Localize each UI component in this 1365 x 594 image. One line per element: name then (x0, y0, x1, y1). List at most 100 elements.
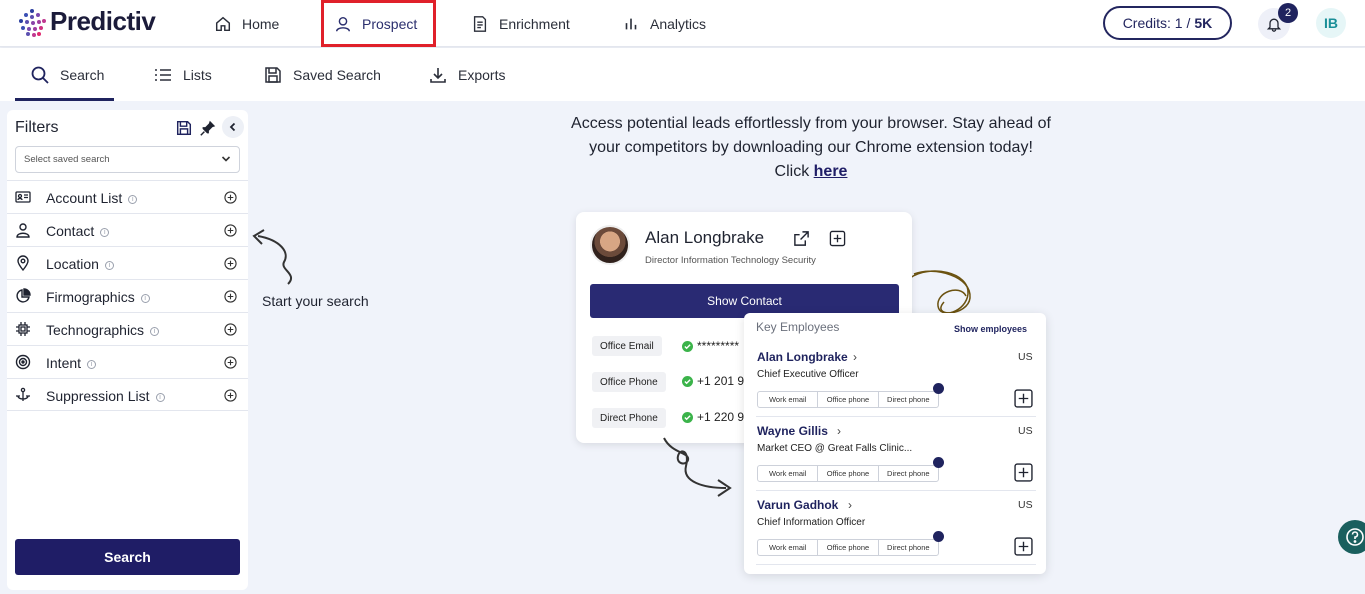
chevron-right-icon[interactable]: › (853, 350, 857, 364)
chip-work-email[interactable]: Work email (758, 540, 819, 555)
employee-name[interactable]: Wayne Gillis (757, 424, 828, 438)
filter-firmographics-label: Firmographics (46, 289, 135, 305)
chip-work-email[interactable]: Work email (758, 466, 819, 481)
tab-lists[interactable]: Lists (153, 48, 212, 101)
contact-title: Director Information Technology Security (645, 255, 816, 266)
nav-enrichment-label: Enrichment (499, 15, 570, 32)
chip-icon (16, 322, 30, 336)
chevron-right-icon[interactable]: › (837, 424, 841, 438)
nav-prospect-label: Prospect (362, 15, 418, 32)
question-icon (1346, 528, 1364, 546)
document-icon (473, 15, 487, 32)
saved-search-placeholder: Select saved search (24, 154, 110, 165)
help-button[interactable] (1338, 520, 1365, 554)
chip-direct-phone[interactable]: Direct phone (879, 540, 938, 555)
divider (756, 416, 1036, 417)
filter-firmographics[interactable]: Firmographics i (7, 279, 248, 312)
info-icon[interactable]: i (87, 360, 97, 369)
tab-exports[interactable]: Exports (428, 48, 505, 101)
curved-arrow-icon (252, 229, 293, 285)
contact-chips: Work email Office phone Direct phone (757, 465, 939, 482)
info-icon[interactable]: i (150, 327, 160, 336)
verified-check-icon (682, 411, 693, 423)
list-item: Alan Longbrake › US Chief Executive Offi… (744, 350, 1046, 424)
info-icon[interactable]: i (128, 195, 138, 204)
chip-work-email[interactable]: Work email (758, 392, 819, 407)
filters-title: Filters (15, 119, 59, 136)
chip-direct-phone[interactable]: Direct phone (879, 466, 938, 481)
chevron-left-icon (229, 122, 236, 132)
credits-badge[interactable]: Credits: 1 / 5K (1103, 6, 1232, 40)
tab-saved-search[interactable]: Saved Search (263, 48, 381, 101)
filter-technographics[interactable]: Technographics i (7, 312, 248, 345)
contact-chips: Work email Office phone Direct phone (757, 391, 939, 408)
add-square-icon[interactable] (1014, 463, 1033, 482)
home-icon (215, 16, 231, 31)
employee-country: US (1018, 425, 1033, 437)
user-icon (335, 16, 351, 31)
download-icon (430, 67, 446, 83)
info-icon[interactable]: i (155, 393, 165, 402)
expand-plus-icon (224, 191, 237, 204)
user-avatar[interactable]: IB (1316, 8, 1346, 38)
credits-total: 5K (1194, 15, 1213, 31)
office-phone-label: Office Phone (592, 372, 666, 392)
credits-label: Credits: 1 / (1122, 15, 1191, 31)
chip-office-phone[interactable]: Office phone (818, 540, 879, 555)
pin-icon[interactable] (199, 119, 217, 137)
divider (756, 490, 1036, 491)
employee-name[interactable]: Alan Longbrake (757, 350, 848, 364)
notification-count-badge: 2 (1278, 3, 1298, 23)
nav-prospect[interactable]: Prospect (334, 0, 417, 47)
expand-plus-icon (224, 257, 237, 270)
nav-analytics-label: Analytics (650, 15, 707, 32)
list-item: Wayne Gillis › US Market CEO @ Great Fal… (744, 424, 1046, 498)
info-icon[interactable]: i (104, 261, 114, 270)
save-icon (265, 66, 281, 83)
expand-plus-icon (224, 389, 237, 402)
tab-search[interactable]: Search (30, 48, 104, 101)
saved-search-select[interactable]: Select saved search (15, 146, 240, 173)
chevron-right-icon[interactable]: › (848, 498, 852, 512)
filter-suppression-list[interactable]: Suppression List i (7, 378, 248, 411)
id-card-icon (15, 191, 31, 203)
nav-home-label: Home (242, 15, 280, 32)
divider (756, 564, 1036, 565)
extension-link[interactable]: here (814, 163, 848, 180)
list-item: Varun Gadhok › US Chief Information Offi… (744, 498, 1046, 572)
verified-check-icon (682, 375, 693, 387)
filter-contact[interactable]: Contact i (7, 213, 248, 246)
filter-account-list-label: Account List (46, 190, 123, 206)
logo-text: Predictiv (50, 6, 156, 36)
external-link-icon[interactable] (793, 230, 810, 247)
info-icon[interactable]: i (100, 228, 110, 237)
filter-location[interactable]: Location i (7, 246, 248, 279)
search-button[interactable]: Search (15, 539, 240, 575)
expand-plus-icon (224, 356, 237, 369)
lock-icon (933, 383, 944, 394)
nav-analytics[interactable]: Analytics (622, 0, 706, 47)
filter-account-list[interactable]: Account List i (7, 180, 248, 213)
filter-intent[interactable]: Intent i (7, 345, 248, 378)
key-employees-card: Key Employees Show employees Alan Longbr… (744, 313, 1046, 574)
collapse-filters-button[interactable] (222, 116, 244, 138)
nav-home[interactable]: Home (214, 0, 279, 47)
save-filter-icon[interactable] (175, 119, 193, 137)
info-icon[interactable]: i (140, 294, 150, 303)
chip-direct-phone[interactable]: Direct phone (879, 392, 938, 407)
expand-plus-icon (224, 323, 237, 336)
tab-search-label: Search (60, 66, 105, 83)
nav-enrichment[interactable]: Enrichment (471, 0, 570, 47)
employee-name[interactable]: Varun Gadhok (757, 498, 838, 512)
add-square-icon[interactable] (829, 230, 846, 247)
tab-saved-search-label: Saved Search (293, 66, 381, 83)
chip-office-phone[interactable]: Office phone (818, 392, 879, 407)
add-square-icon[interactable] (1014, 537, 1033, 556)
verified-check-icon (682, 340, 693, 352)
promo-line-2: your competitors by downloading our Chro… (589, 139, 1033, 156)
add-square-icon[interactable] (1014, 389, 1033, 408)
app-logo[interactable]: Predictiv (18, 6, 156, 37)
chip-office-phone[interactable]: Office phone (818, 466, 879, 481)
search-icon (31, 66, 49, 84)
show-employees-link[interactable]: Show employees (954, 324, 1027, 334)
